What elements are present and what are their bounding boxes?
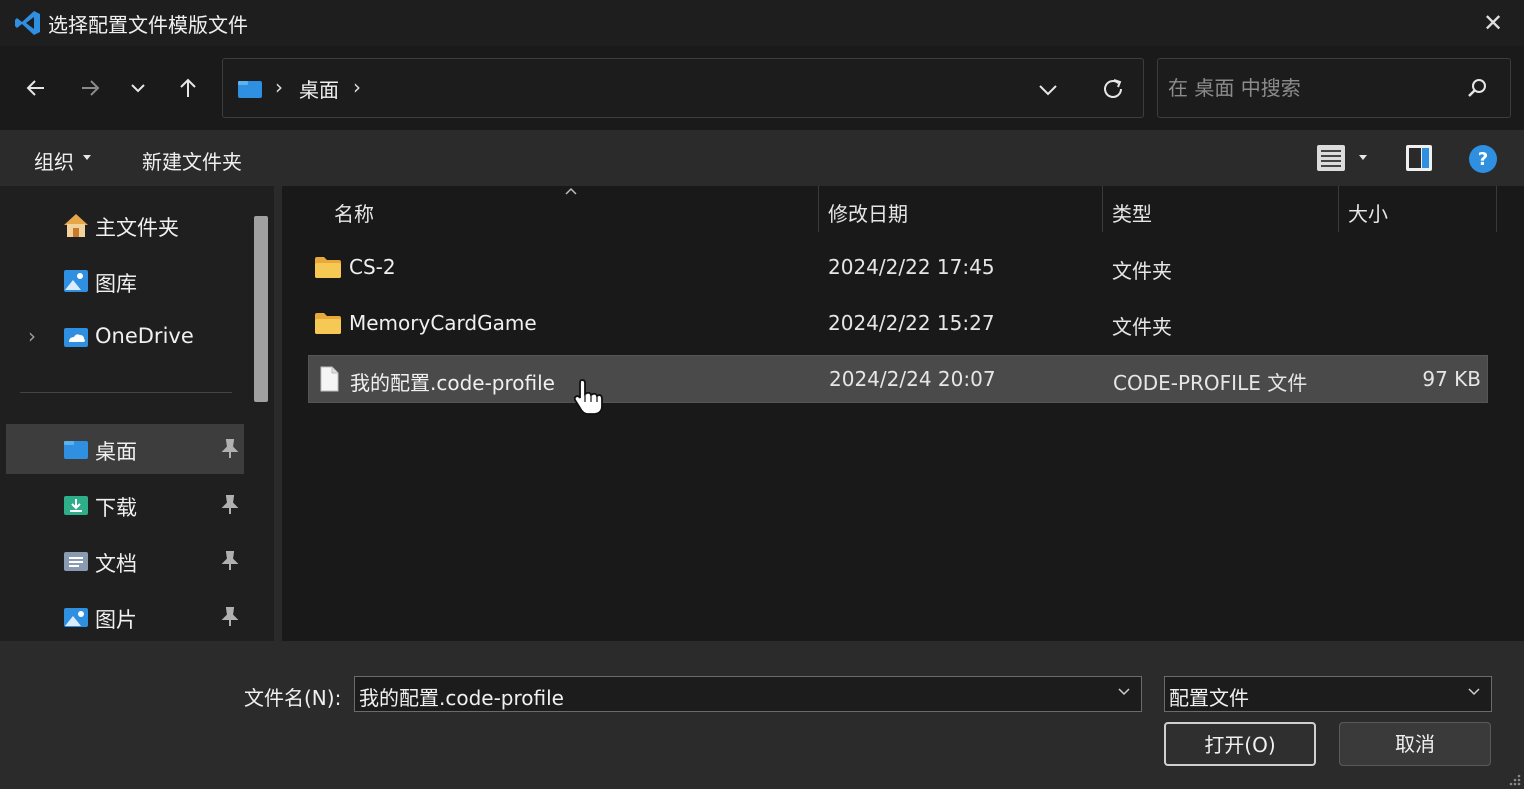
- refresh-icon[interactable]: [1099, 75, 1127, 103]
- downloads-icon: [64, 496, 88, 515]
- file-row-code-profile[interactable]: 我的配置.code-profile 2024/2/24 20:07 CODE-P…: [308, 355, 1488, 403]
- search-icon[interactable]: [1466, 77, 1488, 99]
- back-button[interactable]: [18, 70, 54, 106]
- column-header-modified[interactable]: 修改日期: [818, 186, 1102, 232]
- filetype-value: 配置文件: [1169, 686, 1249, 710]
- close-button[interactable]: ✕: [1478, 8, 1508, 38]
- sidebar-item-documents[interactable]: 文档: [6, 536, 244, 586]
- resize-grip-icon[interactable]: [1506, 771, 1522, 787]
- pictures-icon: [64, 608, 88, 627]
- column-header-size[interactable]: 大小: [1338, 186, 1496, 232]
- title-bar: 选择配置文件模版文件 ✕: [0, 0, 1524, 46]
- desktop-folder-icon: [238, 81, 262, 98]
- home-icon: [64, 214, 88, 237]
- column-header-type[interactable]: 类型: [1102, 186, 1338, 232]
- column-separator[interactable]: [1496, 186, 1497, 232]
- breadcrumb-chevron-icon[interactable]: ›: [353, 75, 361, 99]
- pin-icon[interactable]: [220, 494, 240, 516]
- sidebar-item-pictures[interactable]: 图片: [6, 592, 244, 641]
- sidebar-divider: [20, 392, 232, 393]
- preview-pane-icon[interactable]: [1405, 144, 1433, 172]
- caret-down-icon: [83, 155, 91, 160]
- search-box[interactable]: [1157, 58, 1511, 118]
- sidebar-item-label: 下载: [95, 496, 137, 520]
- sidebar-item-label: 图库: [95, 272, 137, 296]
- onedrive-icon: [64, 328, 88, 347]
- open-button[interactable]: 打开(O): [1164, 722, 1316, 766]
- dialog-footer: 文件名(N): 我的配置.code-profile 配置文件 打开(O) 取消: [0, 641, 1524, 789]
- file-size: 97 KB: [1422, 367, 1481, 391]
- sidebar-item-downloads[interactable]: 下载: [6, 480, 244, 530]
- help-icon[interactable]: ?: [1468, 144, 1498, 174]
- filename-label: 文件名(N):: [244, 686, 342, 710]
- sidebar-item-label: 图片: [95, 608, 137, 632]
- breadcrumb-desktop[interactable]: 桌面: [299, 74, 339, 103]
- documents-icon: [64, 552, 88, 571]
- file-modified: 2024/2/24 20:07: [829, 367, 996, 391]
- navigation-bar: › 桌面 ›: [0, 46, 1524, 130]
- file-row-cs-2[interactable]: CS-2 2024/2/22 17:45 文件夹: [308, 244, 1488, 290]
- organize-button[interactable]: 组织: [34, 146, 74, 175]
- chevron-down-icon: [131, 84, 145, 93]
- file-name: 我的配置.code-profile: [350, 371, 555, 395]
- pin-icon[interactable]: [220, 550, 240, 572]
- chevron-down-icon[interactable]: [1117, 687, 1131, 697]
- breadcrumb-separator-icon: ›: [275, 75, 283, 99]
- pane-splitter[interactable]: [274, 186, 282, 641]
- file-name: MemoryCardGame: [349, 311, 537, 335]
- search-input[interactable]: [1168, 71, 1458, 105]
- sidebar-item-label: 桌面: [95, 440, 137, 464]
- sidebar-item-home[interactable]: 主文件夹: [6, 200, 244, 250]
- navigation-pane: 主文件夹 图库 › OneDrive 桌面 下载 文档 图片: [0, 186, 274, 641]
- chevron-down-icon[interactable]: [1467, 687, 1481, 697]
- sidebar-item-desktop[interactable]: 桌面: [6, 424, 244, 474]
- expand-chevron-icon[interactable]: ›: [28, 324, 36, 348]
- command-bar: 组织 新建文件夹 ?: [0, 130, 1524, 186]
- pin-icon[interactable]: [220, 438, 240, 460]
- svg-text:?: ?: [1478, 149, 1488, 170]
- sidebar-item-label: 主文件夹: [95, 216, 179, 240]
- arrow-right-icon: [82, 80, 100, 96]
- sidebar-item-label: OneDrive: [95, 324, 194, 348]
- sidebar-item-onedrive[interactable]: › OneDrive: [6, 312, 244, 362]
- filename-input[interactable]: 我的配置.code-profile: [354, 676, 1142, 712]
- sidebar-item-label: 文档: [95, 552, 137, 576]
- gallery-icon: [64, 270, 88, 292]
- arrow-up-icon: [180, 78, 196, 97]
- sidebar-scrollbar[interactable]: [254, 216, 268, 402]
- column-header-name[interactable]: 名称: [282, 186, 818, 232]
- address-dropdown-icon[interactable]: [1035, 77, 1061, 103]
- arrow-left-icon: [26, 80, 44, 96]
- file-modified: 2024/2/22 17:45: [828, 255, 995, 279]
- folder-icon: [315, 313, 341, 334]
- desktop-folder-icon: [64, 441, 88, 459]
- folder-icon: [315, 257, 341, 278]
- filename-value[interactable]: 我的配置.code-profile: [359, 682, 564, 711]
- details-view-icon[interactable]: [1316, 144, 1346, 172]
- file-modified: 2024/2/22 15:27: [828, 311, 995, 335]
- new-folder-button[interactable]: 新建文件夹: [142, 146, 242, 175]
- file-type: 文件夹: [1112, 315, 1172, 339]
- pin-icon[interactable]: [220, 606, 240, 628]
- forward-button[interactable]: [72, 70, 108, 106]
- hand-cursor-icon: [573, 379, 603, 415]
- vscode-icon: [15, 11, 40, 35]
- up-button[interactable]: [170, 70, 206, 106]
- file-list: 名称 修改日期 类型 大小 CS-2 2024/2/22 17:45 文件夹 M…: [282, 186, 1524, 641]
- window-title: 选择配置文件模版文件: [48, 13, 248, 37]
- file-icon: [320, 366, 339, 392]
- view-options-caret-icon[interactable]: [1358, 154, 1368, 162]
- recent-locations-button[interactable]: [120, 70, 156, 106]
- file-type: CODE-PROFILE 文件: [1113, 371, 1308, 395]
- filetype-select[interactable]: 配置文件: [1164, 676, 1492, 712]
- file-name: CS-2: [349, 255, 396, 279]
- file-row-memorycardgame[interactable]: MemoryCardGame 2024/2/22 15:27 文件夹: [308, 300, 1488, 346]
- sidebar-item-gallery[interactable]: 图库: [6, 256, 244, 306]
- file-type: 文件夹: [1112, 259, 1172, 283]
- address-bar[interactable]: › 桌面 ›: [222, 58, 1144, 118]
- cancel-button[interactable]: 取消: [1339, 722, 1491, 766]
